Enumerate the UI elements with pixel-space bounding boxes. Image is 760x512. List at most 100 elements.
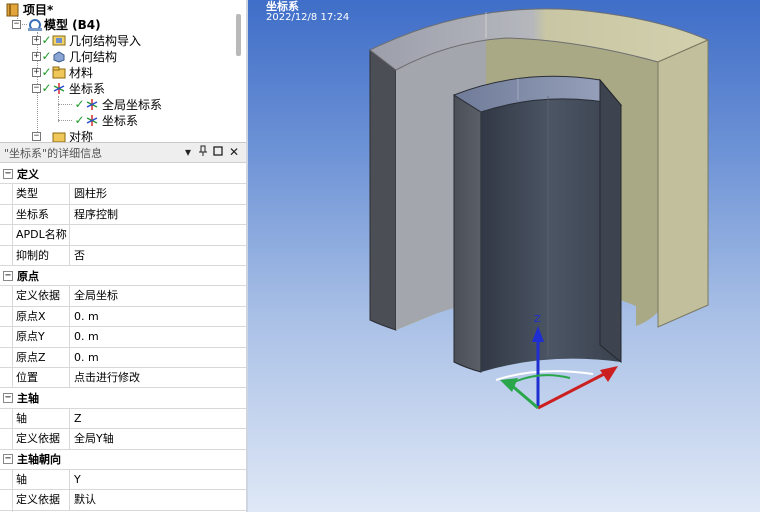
collapse-icon[interactable]: − <box>32 83 41 93</box>
property-key: 抑制的 <box>0 245 70 265</box>
property-key: APDL名称 <box>0 225 70 245</box>
expand-icon[interactable]: + <box>32 67 41 77</box>
tree-item-global-coordinate-system[interactable]: ✓ 全局坐标系 <box>74 96 162 112</box>
property-key: 原点Y <box>0 327 70 347</box>
symmetry-icon <box>52 130 66 142</box>
x-axis-arrow-icon <box>600 366 618 382</box>
section-definition[interactable]: − 定义 <box>0 164 246 185</box>
property-row[interactable]: APDL名称 <box>0 225 246 246</box>
project-book-icon <box>6 3 20 16</box>
property-value[interactable]: Z <box>70 409 82 428</box>
property-value[interactable]: 否 <box>70 246 85 265</box>
check-icon: ✓ <box>74 97 85 111</box>
expand-icon[interactable]: + <box>32 51 41 61</box>
details-panel: "坐标系"的详细信息 ▾ ✕ − 定义 类型 圆柱形 坐标系 程序控制 APDL… <box>0 142 246 512</box>
tree-item-label: 几何结构导入 <box>69 33 142 48</box>
tree-item-symmetry[interactable]: − ✓ 对称 <box>32 128 93 142</box>
tree-item-label: 坐标系 <box>102 113 139 128</box>
property-key: 定义依据 <box>0 490 70 510</box>
property-value[interactable]: 全局Y轴 <box>70 429 114 448</box>
property-row[interactable]: 原点X 0. m <box>0 306 246 328</box>
outer-shell-side <box>369 48 397 331</box>
pin-icon[interactable] <box>197 145 209 160</box>
close-icon[interactable]: ✕ <box>228 145 240 159</box>
details-title: "坐标系"的详细信息 <box>4 146 103 160</box>
check-icon: ✓ <box>41 81 52 95</box>
tree-connector <box>58 104 72 105</box>
collapse-icon[interactable]: − <box>3 168 13 179</box>
property-value[interactable]: 点击进行修改 <box>70 368 140 387</box>
property-key: 位置 <box>0 368 70 388</box>
property-row[interactable]: 轴 Y <box>0 470 246 491</box>
property-row[interactable]: 类型 圆柱形 <box>0 184 246 205</box>
tree-scrollbar[interactable] <box>236 14 241 56</box>
property-key: 原点Z <box>0 347 70 367</box>
tree-item-coordinate-systems[interactable]: − ✓ 坐标系 <box>32 80 105 96</box>
tree-item-materials[interactable]: + ✓ 材料 <box>32 64 93 80</box>
property-value[interactable]: 程序控制 <box>70 205 118 224</box>
tree-connector <box>58 96 59 122</box>
dropdown-icon[interactable]: ▾ <box>182 145 194 159</box>
y-axis <box>509 382 539 410</box>
expand-icon[interactable]: + <box>32 35 41 45</box>
property-value[interactable]: 0. m <box>70 327 99 346</box>
property-value[interactable]: 0. m <box>70 348 99 367</box>
tree-item-label: 全局坐标系 <box>102 97 163 112</box>
section-origin[interactable]: − 原点 <box>0 266 246 287</box>
materials-icon <box>52 66 66 79</box>
check-icon: ✓ <box>41 49 52 63</box>
graphics-viewport[interactable]: 坐标系 2022/12/8 17:24 Z <box>248 0 760 512</box>
property-key: 原点X <box>0 306 70 327</box>
section-label: 原点 <box>17 269 39 283</box>
collapse-icon[interactable]: − <box>3 454 13 465</box>
cylinder-model[interactable]: Z <box>248 0 760 512</box>
property-key: 轴 <box>0 470 70 490</box>
coordinate-system-icon <box>85 114 99 127</box>
property-value[interactable]: 0. m <box>70 307 99 326</box>
property-key: 定义依据 <box>0 429 70 449</box>
check-icon: ✓ <box>41 65 52 79</box>
z-axis-label: Z <box>534 314 541 325</box>
property-row[interactable]: 轴 Z <box>0 408 246 430</box>
tree-item-label: 材料 <box>69 65 94 80</box>
inner-cylinder-end <box>599 78 622 364</box>
x-axis <box>537 369 611 410</box>
tree-item-model[interactable]: − 模型 (B4) <box>12 16 101 32</box>
geometry-icon <box>52 50 66 63</box>
section-label: 定义 <box>17 167 39 181</box>
property-value[interactable]: 默认 <box>70 490 96 509</box>
property-row[interactable]: 原点Z 0. m <box>0 347 246 368</box>
check-icon: ✓ <box>41 33 52 47</box>
property-row[interactable]: 原点Y 0. m <box>0 327 246 348</box>
collapse-icon[interactable]: − <box>32 131 41 141</box>
tree-item-geometry[interactable]: + ✓ 几何结构 <box>32 48 117 64</box>
section-orientation[interactable]: − 主轴朝向 <box>0 449 246 470</box>
tree-item-coordinate-system[interactable]: ✓ 坐标系 <box>74 112 138 128</box>
property-row[interactable]: 定义依据 默认 <box>0 490 246 511</box>
project-tree: 项目* − 模型 (B4) + ✓ 几何结构导入 + ✓ 几何结构 + ✓ 材料 <box>0 0 246 142</box>
maximize-icon[interactable] <box>212 145 224 159</box>
section-label: 主轴朝向 <box>17 453 61 467</box>
property-key: 坐标系 <box>0 204 70 225</box>
collapse-icon[interactable]: − <box>12 19 21 29</box>
tree-item-label: 坐标系 <box>69 81 106 96</box>
theta-arc <box>509 374 571 385</box>
property-row[interactable]: 定义依据 全局Y轴 <box>0 429 246 450</box>
property-value[interactable] <box>70 225 74 244</box>
outer-shell-end <box>657 39 709 328</box>
collapse-icon[interactable]: − <box>3 393 13 404</box>
section-principal-axis[interactable]: − 主轴 <box>0 388 246 409</box>
collapse-icon[interactable]: − <box>3 270 13 281</box>
tree-item-geometry-import[interactable]: + ✓ 几何结构导入 <box>32 32 141 48</box>
property-value[interactable]: Y <box>70 470 81 489</box>
property-value[interactable]: 圆柱形 <box>70 184 107 203</box>
property-row[interactable]: 位置 点击进行修改 <box>0 368 246 389</box>
details-header: "坐标系"的详细信息 ▾ ✕ <box>0 143 246 163</box>
section-label: 主轴 <box>17 392 39 406</box>
property-row[interactable]: 抑制的 否 <box>0 245 246 266</box>
property-row[interactable]: 坐标系 程序控制 <box>0 204 246 226</box>
tree-item-label: 对称 <box>69 129 94 143</box>
property-row[interactable]: 定义依据 全局坐标 <box>0 286 246 307</box>
property-key: 轴 <box>0 408 70 429</box>
property-value[interactable]: 全局坐标 <box>70 286 118 305</box>
